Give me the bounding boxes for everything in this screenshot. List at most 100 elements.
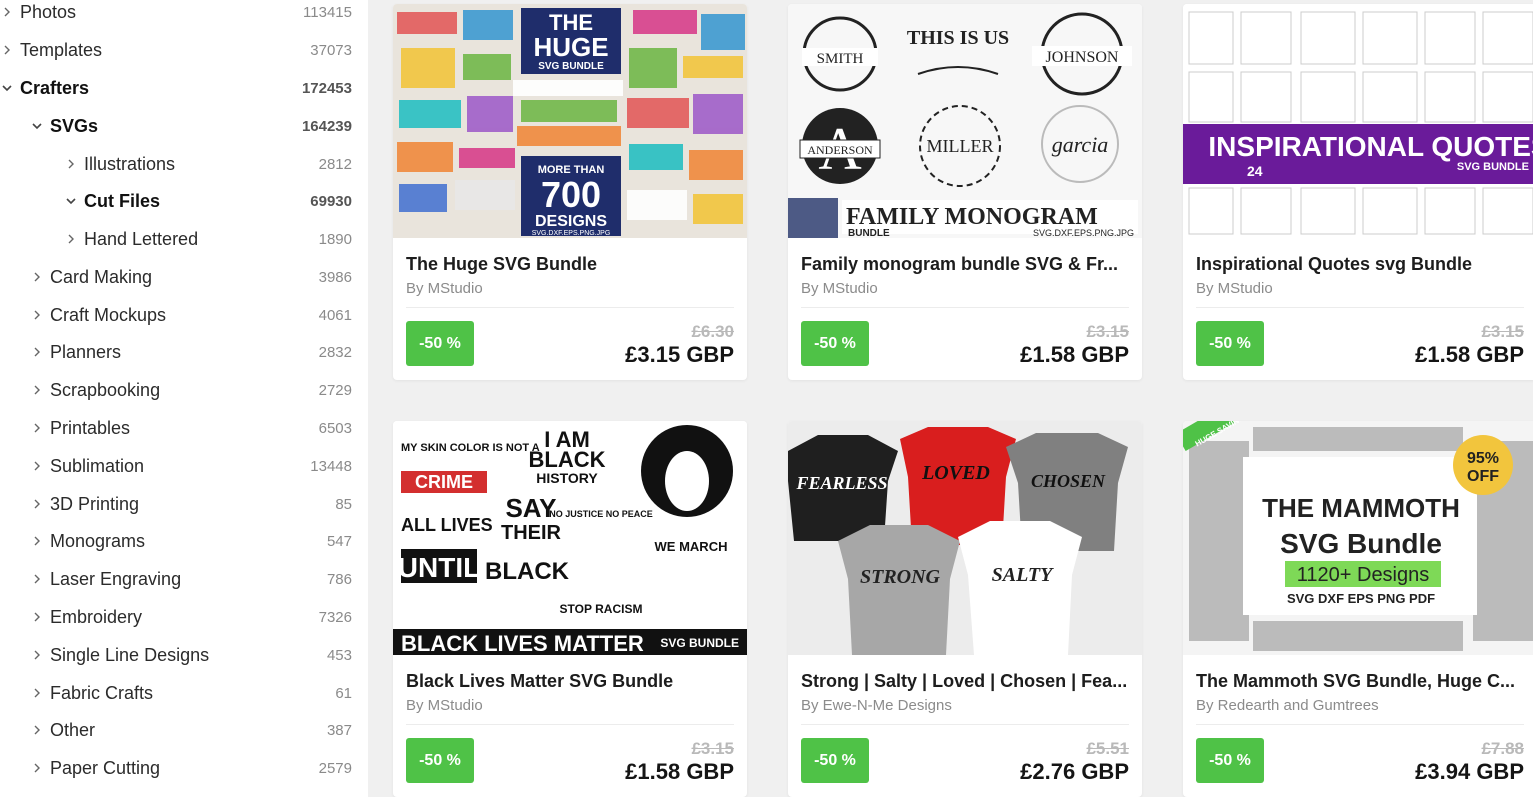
chevron-right-icon[interactable] — [30, 534, 44, 548]
chevron-down-icon[interactable] — [30, 119, 44, 133]
product-author[interactable]: By MStudio — [801, 280, 878, 297]
thumb-text: SVG Bundle — [1280, 528, 1442, 559]
product-card[interactable]: INSPIRATIONAL QUOTES 24 SVG BUNDLE Inspi… — [1183, 4, 1533, 380]
product-thumbnail[interactable]: SMITH THIS IS US JOHNSON A ANDERSON MILL… — [788, 4, 1142, 238]
product-card[interactable]: FEARLESS LOVED CHOSEN STRONG SALTY Stron… — [788, 421, 1142, 797]
thumb-text: OFF — [1467, 468, 1499, 485]
product-thumbnail[interactable]: THE HUGE SVG BUNDLE MORE THAN 700 DESIGN… — [393, 4, 747, 238]
sidebar-item-planners[interactable]: Planners 2832 — [0, 334, 368, 370]
chevron-right-icon[interactable] — [30, 648, 44, 662]
sidebar-item-photos[interactable]: Photos 113415 — [0, 0, 368, 30]
thumb-text: STRONG — [860, 566, 941, 588]
chevron-right-icon[interactable] — [30, 459, 44, 473]
product-card[interactable]: SMITH THIS IS US JOHNSON A ANDERSON MILL… — [788, 4, 1142, 380]
chevron-right-icon[interactable] — [30, 610, 44, 624]
sidebar-item-label: Single Line Designs — [50, 644, 210, 665]
sidebar-item-embroidery[interactable]: Embroidery 7326 — [0, 599, 368, 635]
sidebar-item-hand-lettered[interactable]: Hand Lettered 1890 — [0, 221, 368, 257]
thumb-text: BLACK LIVES MATTER — [401, 631, 644, 655]
thumb-text: FEARLESS — [795, 473, 887, 493]
sidebar-item-other[interactable]: Other 387 — [0, 712, 368, 748]
chevron-right-icon[interactable] — [30, 270, 44, 284]
sidebar-item-label: SVGs — [50, 115, 99, 136]
chevron-right-icon[interactable] — [30, 723, 44, 737]
thumb-text: SVG BUNDLE — [660, 636, 739, 650]
sidebar-item-sublimation[interactable]: Sublimation 13448 — [0, 448, 368, 484]
product-card[interactable]: HUGE SAVINGS! 95% OFF THE MAMMOTH SVG Bu… — [1183, 421, 1533, 797]
sidebar-item-illustrations[interactable]: Illustrations 2812 — [0, 146, 368, 182]
thumb-text: 1120+ Designs — [1297, 564, 1430, 586]
product-author[interactable]: By MStudio — [406, 697, 483, 714]
chevron-right-icon[interactable] — [30, 686, 44, 700]
thumb-text: DESIGNS — [535, 213, 607, 230]
sidebar-item-label: Photos — [20, 1, 77, 22]
product-thumbnail[interactable]: INSPIRATIONAL QUOTES 24 SVG BUNDLE — [1183, 4, 1533, 238]
sidebar-item-label: Card Making — [50, 266, 153, 287]
thumb-text: BLACK — [485, 558, 570, 585]
product-author[interactable]: By MStudio — [1196, 280, 1273, 297]
sidebar-item-count: 113415 — [303, 3, 352, 21]
product-author[interactable]: By MStudio — [406, 280, 483, 297]
original-price: £3.15 — [1086, 322, 1129, 341]
chevron-right-icon[interactable] — [30, 761, 44, 775]
product-author[interactable]: By Ewe-N-Me Designs — [801, 697, 952, 714]
product-card[interactable]: MY SKIN COLOR IS NOT A CRIME I AM BLACK … — [393, 421, 747, 797]
sidebar-item-fabric-crafts[interactable]: Fabric Crafts 61 — [0, 675, 368, 711]
product-title[interactable]: Strong | Salty | Loved | Chosen | Fea... — [801, 671, 1129, 692]
thumb-text: SVG DXF EPS PNG PDF — [1287, 591, 1435, 606]
original-price: £7.88 — [1481, 739, 1524, 758]
thumb-text: SMITH — [817, 51, 864, 67]
sidebar-item-single-line-designs[interactable]: Single Line Designs 453 — [0, 637, 368, 673]
original-price: £3.15 — [1481, 322, 1524, 341]
product-card[interactable]: THE HUGE SVG BUNDLE MORE THAN 700 DESIGN… — [393, 4, 747, 380]
thumb-text: garcia — [1052, 132, 1109, 157]
chevron-right-icon[interactable] — [30, 308, 44, 322]
sale-price: £1.58 GBP — [1415, 342, 1524, 367]
product-thumbnail[interactable]: FEARLESS LOVED CHOSEN STRONG SALTY — [788, 421, 1142, 655]
chevron-right-icon[interactable] — [30, 572, 44, 586]
thumb-text: LOVED — [921, 462, 990, 484]
chevron-right-icon[interactable] — [0, 43, 14, 57]
sidebar-item-templates[interactable]: Templates 37073 — [0, 32, 368, 68]
thumb-text: 700 — [541, 174, 601, 215]
chevron-right-icon[interactable] — [64, 232, 78, 246]
sidebar-item-scrapbooking[interactable]: Scrapbooking 2729 — [0, 372, 368, 408]
product-title[interactable]: The Huge SVG Bundle — [406, 254, 734, 275]
sidebar-item-monograms[interactable]: Monograms 547 — [0, 523, 368, 559]
sidebar-item-laser-engraving[interactable]: Laser Engraving 786 — [0, 561, 368, 597]
chevron-right-icon[interactable] — [30, 497, 44, 511]
original-price: £6.30 — [691, 322, 734, 341]
product-title[interactable]: Inspirational Quotes svg Bundle — [1196, 254, 1524, 275]
thumb-text: SVG.DXF.EPS.PNG.JPG — [1033, 228, 1134, 238]
chevron-right-icon[interactable] — [30, 345, 44, 359]
thumb-text: 95% — [1467, 450, 1499, 467]
product-title[interactable]: Black Lives Matter SVG Bundle — [406, 671, 734, 692]
chevron-down-icon[interactable] — [64, 194, 78, 208]
chevron-right-icon[interactable] — [30, 383, 44, 397]
sidebar-item-3d-printing[interactable]: 3D Printing 85 — [0, 486, 368, 522]
chevron-right-icon[interactable] — [64, 157, 78, 171]
chevron-right-icon[interactable] — [30, 421, 44, 435]
sidebar-item-craft-mockups[interactable]: Craft Mockups 4061 — [0, 297, 368, 333]
thumb-text: BUNDLE — [848, 228, 890, 238]
product-title[interactable]: Family monogram bundle SVG & Fr... — [801, 254, 1129, 275]
sidebar-item-card-making[interactable]: Card Making 3986 — [0, 259, 368, 295]
chevron-right-icon[interactable] — [0, 5, 14, 19]
sidebar-item-svgs[interactable]: SVGs 164239 — [0, 108, 368, 144]
sidebar-item-cut-files[interactable]: Cut Files 69930 — [0, 183, 368, 219]
divider — [801, 307, 1129, 308]
sidebar-item-label: Embroidery — [50, 606, 143, 627]
original-price: £3.15 — [691, 739, 734, 758]
sidebar-item-count: 453 — [326, 646, 352, 664]
sidebar-item-paper-cutting[interactable]: Paper Cutting 2579 — [0, 750, 368, 786]
sidebar-item-crafters[interactable]: Crafters 172453 — [0, 70, 368, 106]
chevron-down-icon[interactable] — [0, 81, 14, 95]
product-title[interactable]: The Mammoth SVG Bundle, Huge C... — [1196, 671, 1524, 692]
thumb-text: THEIR — [501, 522, 562, 544]
product-author[interactable]: By Redearth and Gumtrees — [1196, 697, 1379, 714]
product-thumbnail[interactable]: HUGE SAVINGS! 95% OFF THE MAMMOTH SVG Bu… — [1183, 421, 1533, 655]
sidebar-item-count: 3986 — [318, 268, 352, 286]
sidebar-item-printables[interactable]: Printables 6503 — [0, 410, 368, 446]
product-thumbnail[interactable]: MY SKIN COLOR IS NOT A CRIME I AM BLACK … — [393, 421, 747, 655]
divider — [1196, 724, 1524, 725]
